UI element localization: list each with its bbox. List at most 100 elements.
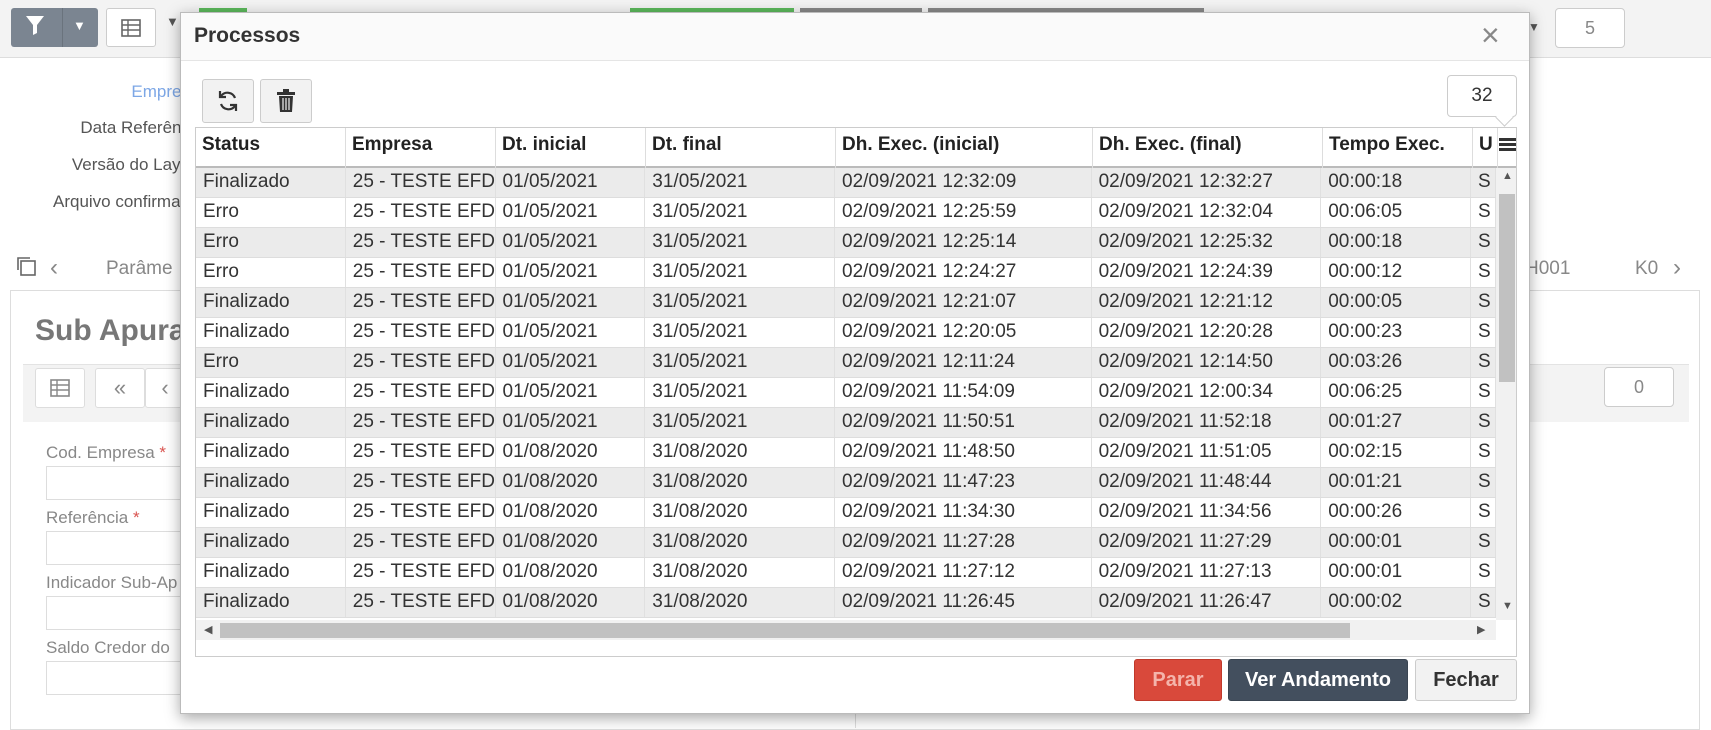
table-row[interactable]: Finalizado 25 - TESTE EFD 01/05/2021 31/05/… bbox=[196, 168, 1496, 198]
cell-status: Erro bbox=[196, 258, 346, 287]
first-page-icon[interactable]: « bbox=[95, 368, 145, 408]
scroll-left-icon[interactable]: ◀ bbox=[204, 623, 212, 636]
cell-dh-exec-inicial: 02/09/2021 11:47:23 bbox=[835, 468, 1092, 497]
grid-view-button[interactable] bbox=[106, 8, 156, 47]
table-row[interactable]: Erro 25 - TESTE EFD 01/05/2021 31/05/2021 02… bbox=[196, 258, 1496, 288]
cell-dt-inicial: 01/05/2021 bbox=[496, 318, 646, 347]
table-row[interactable]: Finalizado 25 - TESTE EFD 01/08/2020 31/08/… bbox=[196, 588, 1496, 618]
cell-status: Finalizado bbox=[196, 558, 346, 587]
cell-dh-exec-final: 02/09/2021 12:32:04 bbox=[1092, 198, 1322, 227]
cell-tempo-exec: 00:03:26 bbox=[1321, 348, 1471, 377]
tab-h001[interactable]: H001 bbox=[1525, 258, 1570, 280]
prev-page-icon[interactable]: ‹ bbox=[145, 368, 185, 408]
close-icon[interactable]: × bbox=[1481, 19, 1500, 51]
table-row[interactable]: Erro 25 - TESTE EFD 01/05/2021 31/05/2021 02… bbox=[196, 348, 1496, 378]
scroll-thumb[interactable] bbox=[220, 623, 1350, 638]
table-row[interactable]: Finalizado 25 - TESTE EFD 01/05/2021 31/05/… bbox=[196, 378, 1496, 408]
saldo-input[interactable] bbox=[46, 661, 186, 695]
delete-button[interactable] bbox=[260, 79, 312, 123]
cell-u: S bbox=[1471, 378, 1496, 407]
tab-parametros[interactable]: Parâme bbox=[106, 258, 173, 280]
column-header-dt-inicial[interactable]: Dt. inicial bbox=[496, 128, 646, 168]
cell-tempo-exec: 00:06:25 bbox=[1321, 378, 1471, 407]
cell-dh-exec-final: 02/09/2021 12:20:28 bbox=[1092, 318, 1322, 347]
cell-empresa: 25 - TESTE EFD bbox=[346, 438, 496, 467]
cell-tempo-exec: 00:00:12 bbox=[1321, 258, 1471, 287]
column-header-dt-final[interactable]: Dt. final bbox=[646, 128, 836, 168]
cell-dt-final: 31/05/2021 bbox=[645, 318, 835, 347]
indicador-input[interactable] bbox=[46, 596, 186, 630]
stop-button[interactable]: Parar bbox=[1134, 659, 1222, 701]
column-header-tempo-exec[interactable]: Tempo Exec. bbox=[1323, 128, 1473, 168]
refresh-button[interactable] bbox=[202, 79, 254, 123]
cell-dt-final: 31/08/2020 bbox=[645, 438, 835, 467]
cell-u: S bbox=[1471, 258, 1496, 287]
column-header-u[interactable]: U bbox=[1473, 128, 1498, 168]
chevron-right-icon[interactable]: › bbox=[1673, 254, 1681, 282]
dialog-header: Processos × bbox=[181, 13, 1529, 61]
table-row[interactable]: Finalizado 25 - TESTE EFD 01/05/2021 31/05/… bbox=[196, 408, 1496, 438]
view-progress-button[interactable]: Ver Andamento bbox=[1228, 659, 1408, 701]
chevron-down-icon[interactable]: ▼ bbox=[166, 14, 179, 29]
chevron-left-icon[interactable]: ‹ bbox=[50, 254, 58, 282]
cell-dh-exec-final: 02/09/2021 12:21:12 bbox=[1092, 288, 1322, 317]
close-button[interactable]: Fechar bbox=[1415, 659, 1517, 701]
table-row[interactable]: Finalizado 25 - TESTE EFD 01/08/2020 31/08/… bbox=[196, 528, 1496, 558]
cell-dh-exec-final: 02/09/2021 11:27:13 bbox=[1092, 558, 1322, 587]
cell-empresa: 25 - TESTE EFD bbox=[346, 348, 496, 377]
processos-grid: Status Empresa Dt. inicial Dt. final Dh. Exe… bbox=[195, 127, 1517, 657]
column-menu-icon[interactable] bbox=[1499, 138, 1516, 156]
page-title: Sub Apura bbox=[35, 314, 186, 347]
table-row[interactable]: Finalizado 25 - TESTE EFD 01/05/2021 31/05/… bbox=[196, 318, 1496, 348]
tab-k0[interactable]: K0 bbox=[1635, 258, 1658, 280]
cell-u: S bbox=[1471, 168, 1496, 197]
table-row[interactable]: Finalizado 25 - TESTE EFD 01/08/2020 31/08/… bbox=[196, 498, 1496, 528]
cell-dh-exec-inicial: 02/09/2021 12:25:14 bbox=[835, 228, 1092, 257]
scroll-down-icon[interactable]: ▼ bbox=[1502, 600, 1513, 612]
cell-empresa: 25 - TESTE EFD bbox=[346, 228, 496, 257]
table-row[interactable]: Erro 25 - TESTE EFD 01/05/2021 31/05/2021 02… bbox=[196, 228, 1496, 258]
cell-dh-exec-final: 02/09/2021 11:26:47 bbox=[1092, 588, 1322, 617]
column-header-status[interactable]: Status bbox=[196, 128, 346, 168]
horizontal-scrollbar[interactable]: ◀ ▶ bbox=[196, 620, 1496, 640]
cell-dt-inicial: 01/05/2021 bbox=[496, 378, 646, 407]
grid-view-button[interactable] bbox=[35, 368, 85, 408]
cell-dt-final: 31/08/2020 bbox=[645, 588, 835, 617]
filter-button[interactable]: ▼ bbox=[11, 8, 98, 47]
vertical-scrollbar[interactable]: ▲ ▼ bbox=[1496, 168, 1516, 620]
cell-dt-inicial: 01/08/2020 bbox=[496, 498, 646, 527]
cell-dt-inicial: 01/05/2021 bbox=[496, 258, 646, 287]
cell-u: S bbox=[1471, 198, 1496, 227]
column-header-dh-exec-final[interactable]: Dh. Exec. (final) bbox=[1093, 128, 1323, 168]
top-counter: 5 bbox=[1555, 8, 1625, 48]
table-row[interactable]: Finalizado 25 - TESTE EFD 01/08/2020 31/08/… bbox=[196, 558, 1496, 588]
cell-u: S bbox=[1471, 498, 1496, 527]
table-row[interactable]: Finalizado 25 - TESTE EFD 01/08/2020 31/08/… bbox=[196, 438, 1496, 468]
cell-dh-exec-final: 02/09/2021 12:25:32 bbox=[1092, 228, 1322, 257]
cell-dt-inicial: 01/05/2021 bbox=[496, 168, 646, 197]
cell-dh-exec-final: 02/09/2021 11:34:56 bbox=[1092, 498, 1322, 527]
cell-dh-exec-inicial: 02/09/2021 11:27:28 bbox=[835, 528, 1092, 557]
scroll-thumb[interactable] bbox=[1499, 194, 1515, 382]
cell-tempo-exec: 00:00:01 bbox=[1321, 558, 1471, 587]
cell-dh-exec-inicial: 02/09/2021 12:20:05 bbox=[835, 318, 1092, 347]
scroll-up-icon[interactable]: ▲ bbox=[1502, 170, 1513, 182]
cell-dh-exec-final: 02/09/2021 12:32:27 bbox=[1092, 168, 1322, 197]
referencia-input[interactable] bbox=[46, 531, 186, 565]
cell-dt-final: 31/08/2020 bbox=[645, 528, 835, 557]
cell-empresa: 25 - TESTE EFD bbox=[346, 168, 496, 197]
field-label-saldo: Saldo Credor do bbox=[46, 638, 170, 657]
copy-icon[interactable] bbox=[14, 254, 38, 284]
cell-status: Finalizado bbox=[196, 528, 346, 557]
scroll-right-icon[interactable]: ▶ bbox=[1477, 623, 1485, 636]
table-row[interactable]: Erro 25 - TESTE EFD 01/05/2021 31/05/2021 02… bbox=[196, 198, 1496, 228]
cod-empresa-input[interactable] bbox=[46, 466, 186, 500]
cell-dh-exec-final: 02/09/2021 11:52:18 bbox=[1092, 408, 1322, 437]
cell-dt-inicial: 01/08/2020 bbox=[496, 438, 646, 467]
refresh-icon bbox=[218, 91, 238, 111]
column-header-dh-exec-inicial[interactable]: Dh. Exec. (inicial) bbox=[836, 128, 1093, 168]
cell-empresa: 25 - TESTE EFD bbox=[346, 378, 496, 407]
column-header-empresa[interactable]: Empresa bbox=[346, 128, 496, 168]
table-row[interactable]: Finalizado 25 - TESTE EFD 01/08/2020 31/08/… bbox=[196, 468, 1496, 498]
table-row[interactable]: Finalizado 25 - TESTE EFD 01/05/2021 31/05/… bbox=[196, 288, 1496, 318]
